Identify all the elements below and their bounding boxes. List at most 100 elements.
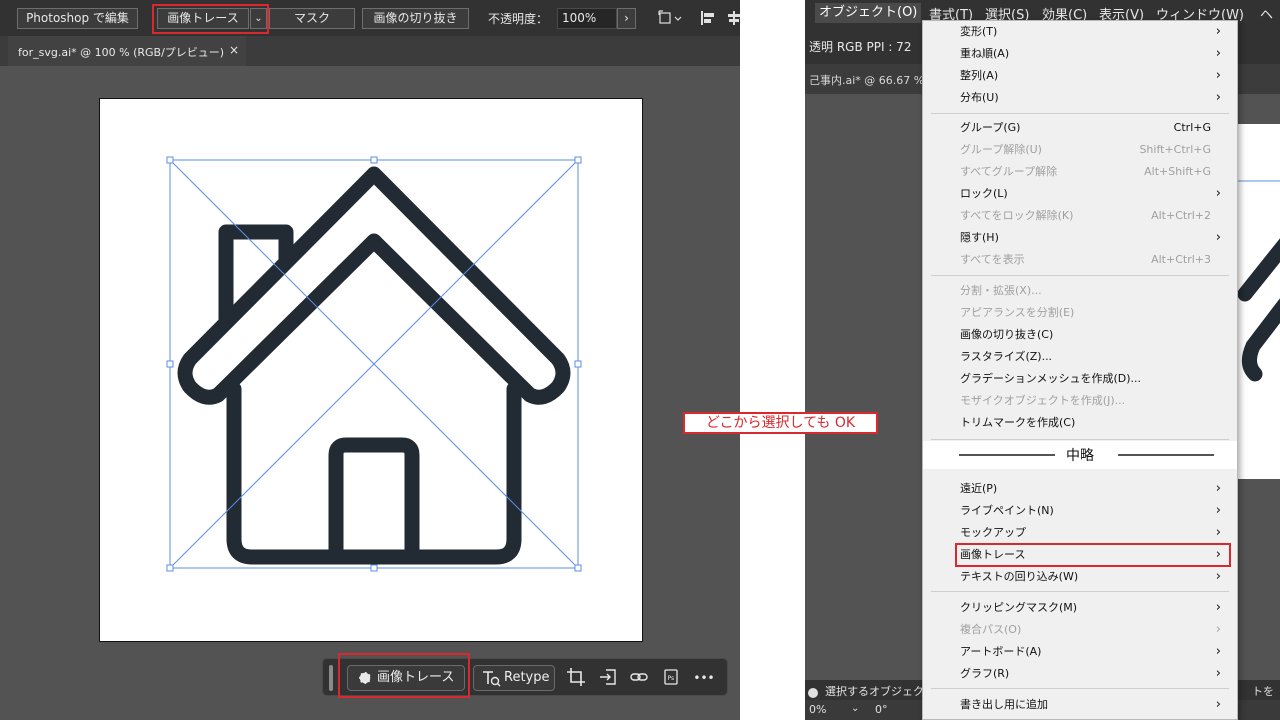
submenu-chevron-icon: › — [1215, 90, 1221, 105]
menu-item-label: すべてグループ解除 — [960, 165, 1058, 178]
menu-item[interactable]: ラスタライズ(Z)... — [923, 346, 1237, 368]
menu-item-label: アピアランスを分割(E) — [960, 306, 1075, 319]
retype-button[interactable]: Retype — [473, 665, 555, 691]
menu-item-label: グループ解除(U) — [960, 143, 1042, 156]
transform-icon[interactable] — [656, 8, 684, 28]
menu-item[interactable]: グラデーションメッシュを作成(D)... — [923, 368, 1237, 390]
document-info-text: 透明 RGB PPI : 72 — [809, 40, 912, 54]
context-image-trace-highlight — [338, 653, 470, 698]
menu-item-label: 隠す(H) — [960, 231, 999, 244]
menu-separator — [931, 591, 1229, 592]
mask-button[interactable]: マスク — [269, 8, 355, 29]
retype-icon — [481, 666, 501, 699]
document-tab-title-right[interactable]: 己事内.ai* @ 66.67 % ( — [809, 72, 932, 88]
submenu-chevron-icon: › — [1215, 622, 1221, 637]
menu-separator — [931, 113, 1229, 114]
menu-item: グループ解除(U) Shift+Ctrl+G — [923, 139, 1237, 161]
menu-item[interactable]: ロック(L) › — [923, 183, 1237, 205]
retype-label: Retype — [504, 670, 550, 685]
submenu-chevron-icon: › — [1215, 697, 1221, 712]
menu-item-shortcut: Alt+Ctrl+2 — [1151, 209, 1211, 222]
submenu-chevron-icon: › — [1215, 186, 1221, 201]
menu-item[interactable]: 書き出し用に追加 › — [923, 694, 1237, 716]
menu-item: アピアランスを分割(E) — [923, 302, 1237, 324]
menu-item-label: トリムマークを作成(C) — [960, 416, 1076, 429]
submenu-chevron-icon: › — [1215, 68, 1221, 83]
menu-item[interactable]: 重ね順(A) › — [923, 43, 1237, 65]
menu-item-label: グラデーションメッシュを作成(D)... — [960, 372, 1141, 385]
status-text-right: トを — [1252, 685, 1274, 698]
control-bar: Photoshop で編集 画像トレース ⌄ マスク 画像の切り抜き 不透明度：… — [0, 0, 740, 36]
menu-item-shortcut: Alt+Shift+G — [1144, 165, 1211, 178]
menu-help[interactable]: ヘ — [1260, 4, 1273, 23]
selection-bounding-box — [166, 156, 582, 572]
menu-item[interactable]: トリムマークを作成(C) — [923, 412, 1237, 434]
opacity-arrow-button[interactable]: › — [617, 8, 636, 29]
photoshop-icon[interactable]: Ps — [660, 667, 682, 689]
zoom-level[interactable]: 0% — [809, 703, 826, 716]
chevron-right-icon: › — [624, 11, 629, 25]
submenu-chevron-icon: › — [1215, 481, 1221, 496]
house-graphic[interactable] — [100, 99, 644, 643]
close-icon[interactable]: × — [229, 43, 239, 57]
annotation-note: どこから選択しても OK — [683, 412, 878, 434]
menu-item[interactable]: ライブペイント(N) › — [923, 500, 1237, 522]
menu-item[interactable]: 遠近(P) › — [923, 478, 1237, 500]
submenu-chevron-icon: › — [1215, 46, 1221, 61]
menu-item[interactable]: アートボード(A) › — [923, 641, 1237, 663]
align-center-icon[interactable] — [726, 8, 740, 28]
status-text: 選択するオブジェクト — [825, 685, 935, 698]
artboard[interactable] — [99, 98, 643, 642]
menu-item-label: 分布(U) — [960, 91, 999, 104]
menu-item[interactable]: グラフ(R) › — [923, 663, 1237, 685]
menu-item[interactable]: 変形(T) › — [923, 21, 1237, 43]
menu-item[interactable]: 分布(U) › — [923, 87, 1237, 109]
menu-item[interactable]: 整列(A) › — [923, 65, 1237, 87]
menu-item-label: グラフ(R) — [960, 667, 1010, 680]
image-trace-menu-highlight — [955, 543, 1231, 567]
menu-item-label: 整列(A) — [960, 69, 999, 82]
menu-item[interactable]: グループ(G) Ctrl+G — [923, 117, 1237, 139]
menu-object[interactable]: オブジェクト(O) — [815, 3, 922, 23]
menu-item[interactable]: 隠す(H) › — [923, 227, 1237, 249]
menu-item-label: ライブペイント(N) — [960, 504, 1054, 517]
menu-item: モザイクオブジェクトを作成(J)... — [923, 390, 1237, 412]
crop-image-button[interactable]: 画像の切り抜き — [362, 8, 469, 29]
menu-item-label: 画像の切り抜き(C) — [960, 328, 1054, 341]
submenu-chevron-icon: › — [1215, 569, 1221, 584]
photoshop-edit-button[interactable]: Photoshop で編集 — [17, 8, 138, 29]
menu-item: 複合パス(O) › — [923, 619, 1237, 641]
menu-item-shortcut: Alt+Ctrl+3 — [1151, 253, 1211, 266]
more-icon[interactable]: ••• — [691, 667, 717, 689]
submenu-chevron-icon: › — [1215, 666, 1221, 681]
rotation-angle[interactable]: 0° — [875, 703, 888, 716]
menu-item[interactable]: テキストの回り込み(W) › — [923, 566, 1237, 588]
chevron-down-icon[interactable]: ⌄ — [851, 703, 859, 714]
taskbar-grip-handle[interactable] — [329, 665, 333, 691]
menu-item-label: モックアップ — [960, 526, 1026, 539]
embed-icon[interactable] — [597, 667, 619, 689]
align-left-icon[interactable] — [698, 8, 718, 28]
menu-item-label: テキストの回り込み(W) — [960, 570, 1079, 583]
menu-item[interactable]: 画像の切り抜き(C) — [923, 324, 1237, 346]
submenu-chevron-icon: › — [1215, 600, 1221, 615]
link-icon[interactable] — [628, 667, 650, 689]
menu-item-label: 分割・拡張(X)... — [960, 284, 1042, 297]
menu-item-label: グループ(G) — [960, 121, 1021, 134]
submenu-chevron-icon: › — [1215, 230, 1221, 245]
submenu-chevron-icon: › — [1215, 24, 1221, 39]
menu-item[interactable]: クリッピングマスク(M) › — [923, 597, 1237, 619]
opacity-input[interactable]: 100% — [557, 8, 617, 29]
menu-item[interactable]: モックアップ › — [923, 522, 1237, 544]
menu-item-label: 遠近(P) — [960, 482, 998, 495]
menu-item-label: すべてを表示 — [960, 253, 1025, 266]
omitted-section-marker: 中略 — [923, 441, 1237, 469]
menu-item-label: 変形(T) — [960, 25, 998, 38]
menu-item-shortcut: Ctrl+G — [1173, 121, 1211, 134]
menu-item-label: クリッピングマスク(M) — [960, 601, 1078, 614]
menu-item-shortcut: Shift+Ctrl+G — [1139, 143, 1211, 156]
menu-item-label: モザイクオブジェクトを作成(J)... — [960, 394, 1126, 407]
document-tab[interactable]: for_svg.ai* @ 100 % (RGB/プレビュー) × — [8, 36, 246, 66]
menu-item: すべてをロック解除(K) Alt+Ctrl+2 — [923, 205, 1237, 227]
crop-icon[interactable] — [565, 667, 587, 689]
